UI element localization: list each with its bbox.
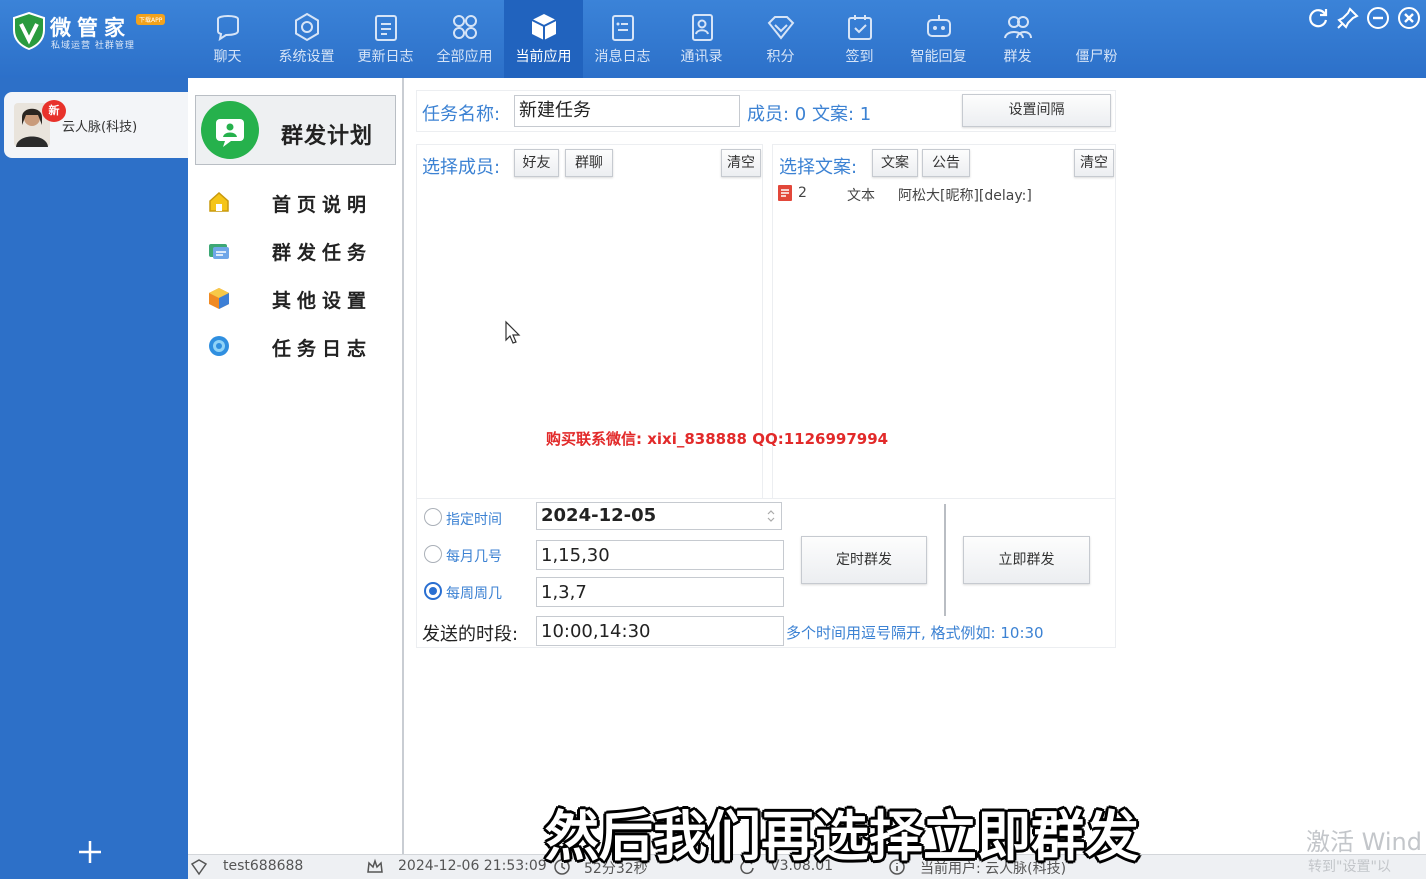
crown-icon (367, 858, 383, 873)
timed-send-button[interactable]: 定时群发 (801, 536, 927, 584)
contacts-icon (691, 14, 713, 41)
nav-message-log[interactable]: 消息日志 (583, 0, 662, 78)
copy-row-id: 2 (798, 185, 807, 201)
main-content: 任务名称: 新建任务 成员: 0 文案: 1 设置间隔 选择成员: 好友 群聊 … (406, 78, 1426, 854)
diamond-icon (767, 16, 794, 40)
chat-icon (216, 15, 239, 42)
group-chat-button[interactable]: 群聊 (565, 149, 613, 177)
zombie-fans-icon (1081, 11, 1113, 43)
pin-icon[interactable] (1336, 6, 1360, 30)
select-members-label: 选择成员: (422, 157, 501, 178)
minimize-icon[interactable] (1366, 6, 1390, 30)
nav-checkin[interactable]: 签到 (820, 0, 899, 78)
monthly-radio[interactable] (424, 545, 442, 563)
friend-button[interactable]: 好友 (514, 149, 559, 177)
nav-all-apps[interactable]: 全部应用 (425, 0, 504, 78)
refresh-icon[interactable] (1306, 6, 1330, 30)
settings-box-icon (209, 288, 229, 309)
nav-smart-reply[interactable]: 智能回复 (899, 0, 978, 78)
weekly-label: 每周周几 (446, 586, 502, 602)
specified-time-radio[interactable] (424, 508, 442, 526)
plan-title: 群发计划 (281, 124, 374, 149)
nav-update-log[interactable]: 更新日志 (346, 0, 425, 78)
app-menu: 群发计划 首页说明 群发任务 其他设置 任务日志 (188, 78, 404, 854)
spin-arrows-icon[interactable] (766, 509, 776, 523)
group-send-icon (1003, 16, 1032, 39)
mouse-cursor-icon (505, 320, 521, 344)
app-logo: 微管家 私域运营 社群管理 下载APP (10, 10, 175, 54)
gear-icon (294, 12, 319, 42)
windows-activation-title: 激活 Wind (1306, 828, 1422, 856)
nav-zombie-fans[interactable]: 僵尸粉 (1057, 0, 1136, 78)
home-icon (209, 191, 229, 212)
group-chat-icon (216, 119, 244, 147)
members-summary: 成员: 0 文案: 1 (747, 104, 872, 125)
copy-row[interactable]: 2 文本 阿松大[昵称][delay:] (776, 182, 1114, 206)
weekly-days-input[interactable]: 1,3,7 (536, 577, 784, 607)
instant-send-button[interactable]: 立即群发 (963, 536, 1090, 584)
monthly-label: 每月几号 (446, 549, 502, 565)
nav-system-settings[interactable]: 系统设置 (267, 0, 346, 78)
shield-status-icon (190, 859, 208, 876)
nav-chat[interactable]: 聊天 (188, 0, 267, 78)
monthly-days-input[interactable]: 1,15,30 (536, 540, 784, 570)
contact-watermark: 购买联系微信: xixi_838888 QQ:1126997994 (546, 430, 889, 448)
nav-group-send[interactable]: 群发 (978, 0, 1057, 78)
menu-item-group-send-task[interactable]: 群发任务 (206, 232, 396, 268)
select-copy-label: 选择文案: (779, 157, 858, 178)
document-icon (778, 185, 792, 201)
nav-contacts[interactable]: 通讯录 (662, 0, 741, 78)
message-log-icon (611, 15, 634, 41)
task-icon (209, 244, 229, 259)
copy-row-content: 阿松大[昵称][delay:] (898, 188, 1032, 204)
log-gear-icon (209, 336, 229, 356)
video-subtitle: 然后我们再选择立即群发 (545, 805, 1139, 868)
app-window: 微管家 私域运营 社群管理 下载APP 聊天 系统设置 更新日志 全部应用 当前… (0, 0, 1426, 879)
schedule-divider (944, 504, 946, 616)
copy-text-button[interactable]: 文案 (872, 149, 918, 177)
send-period-label: 发送的时段: (422, 624, 519, 645)
task-name-input[interactable]: 新建任务 (514, 95, 740, 127)
close-icon[interactable] (1397, 6, 1421, 30)
add-account-icon[interactable] (74, 836, 106, 868)
menu-item-other-settings[interactable]: 其他设置 (206, 280, 396, 316)
checkin-icon (847, 15, 872, 40)
specified-time-label: 指定时间 (446, 512, 502, 528)
account-name: 云人脉(科技) (62, 120, 138, 135)
account-item[interactable]: 新 云人脉(科技) (4, 92, 188, 158)
members-panel (416, 144, 763, 548)
menu-item-home-guide[interactable]: 首页说明 (206, 184, 396, 220)
status-datetime: 2024-12-06 21:53:09 (398, 858, 547, 874)
account-sidebar: 新 云人脉(科技) (0, 78, 188, 879)
menu-item-task-log[interactable]: 任务日志 (206, 328, 396, 364)
app-tagline: 私域运营 社群管理 (51, 41, 135, 51)
copy-row-type: 文本 (847, 188, 875, 204)
smart-reply-icon (926, 15, 951, 37)
send-period-input[interactable]: 10:00,14:30 (536, 616, 784, 646)
cube-icon (531, 14, 556, 40)
set-interval-button[interactable]: 设置间隔 (962, 94, 1111, 127)
apps-grid-icon (452, 15, 477, 39)
weekly-radio[interactable] (424, 582, 442, 600)
members-clear-button[interactable]: 清空 (721, 149, 761, 177)
nav-current-app[interactable]: 当前应用 (504, 0, 583, 78)
copy-clear-button[interactable]: 清空 (1074, 149, 1114, 177)
plan-logo (201, 101, 259, 159)
nav-points[interactable]: 积分 (741, 0, 820, 78)
date-picker[interactable]: 2024-12-05 (536, 502, 782, 530)
status-user: test688688 (223, 858, 304, 874)
task-name-label: 任务名称: (422, 104, 501, 125)
top-toolbar: 微管家 私域运营 社群管理 下载APP 聊天 系统设置 更新日志 全部应用 当前… (0, 0, 1426, 78)
plan-header: 群发计划 (195, 95, 396, 165)
windows-activation-hint: 转到"设置"以 (1308, 859, 1391, 875)
shield-logo-icon (13, 12, 45, 50)
copy-notice-button[interactable]: 公告 (922, 149, 970, 177)
app-download-badge: 下载APP (136, 14, 166, 25)
period-hint: 多个时间用逗号隔开, 格式例如: 10:30 (786, 624, 1044, 642)
clipboard-icon (374, 15, 397, 41)
